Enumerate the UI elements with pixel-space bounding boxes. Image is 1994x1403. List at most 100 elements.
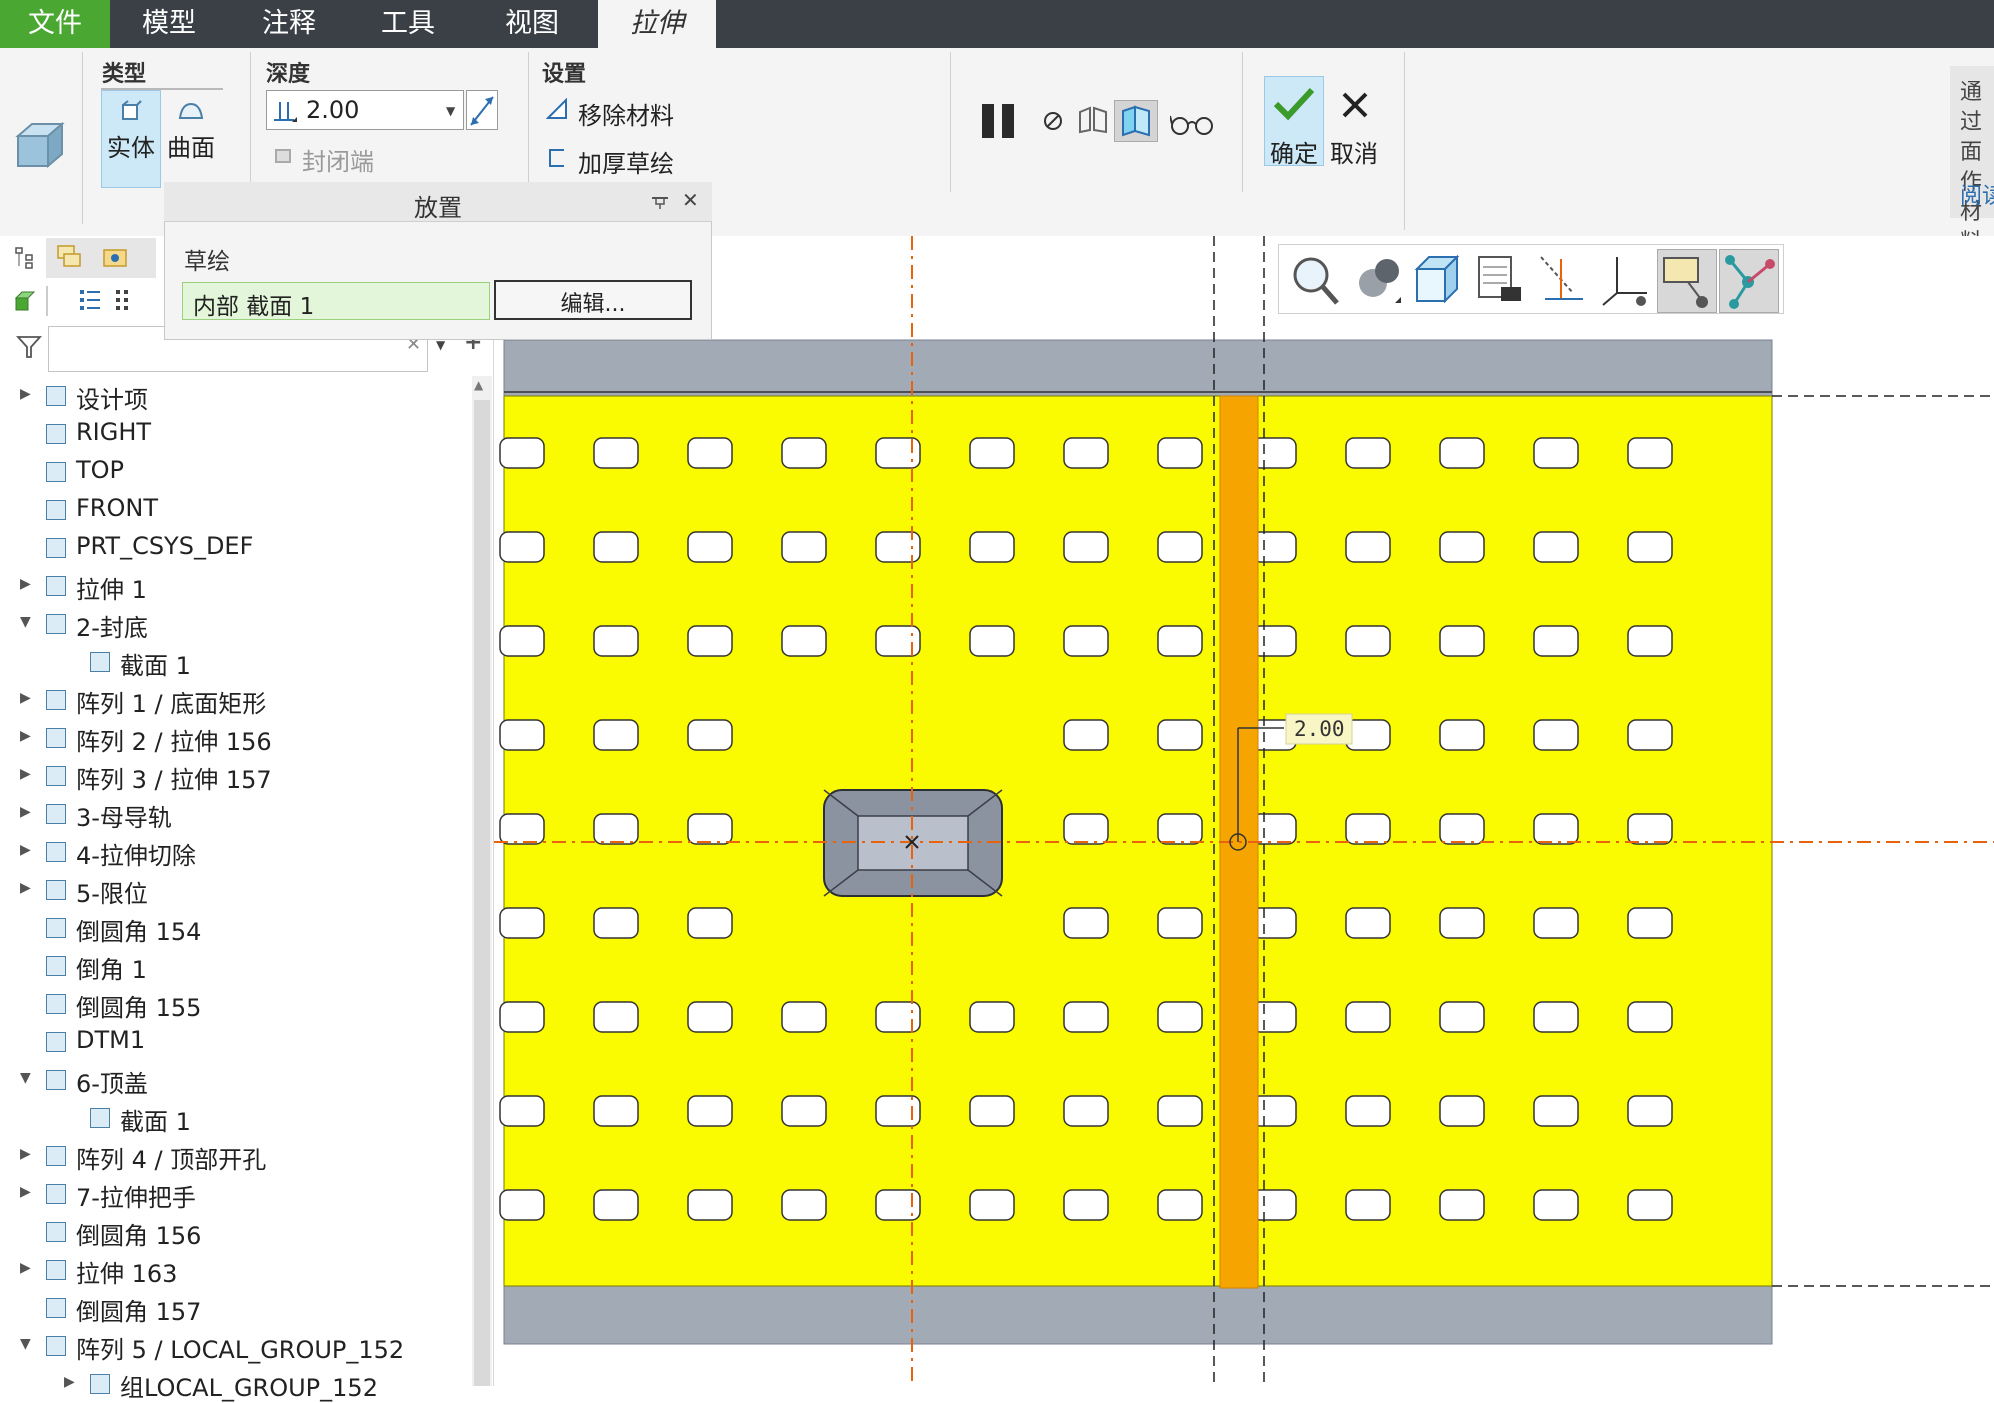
graphics-window[interactable]: 2.00 (494, 236, 1994, 1386)
tree-item[interactable]: TOP (76, 456, 124, 484)
flip-direction-button[interactable] (466, 90, 498, 130)
tab-view[interactable]: 视图 (466, 0, 598, 48)
tree-expand-icon[interactable]: ▶ (20, 1146, 31, 1162)
tree-list-icon[interactable] (78, 288, 102, 314)
tree-expand-icon[interactable]: ▶ (20, 880, 31, 896)
tree-collapse-icon[interactable]: ▼ (20, 614, 31, 630)
tree-expand-icon[interactable]: ▶ (20, 1184, 31, 1200)
vent-hole (593, 907, 639, 939)
filter-dropdown-chevron-icon[interactable]: ▼ (436, 338, 445, 352)
tree-item[interactable]: 倒圆角 154 (76, 912, 201, 947)
tree-item[interactable]: 2-封底 (76, 608, 148, 643)
pause-icon[interactable] (982, 104, 1018, 138)
tree-expand-icon[interactable]: ▶ (20, 386, 31, 402)
refit-zoom-icon[interactable] (1285, 249, 1343, 311)
tree-item[interactable]: 阵列 2 / 拉伸 156 (76, 722, 272, 757)
tree-columns-icon[interactable] (112, 288, 132, 314)
tree-item[interactable]: 拉伸 163 (76, 1254, 177, 1289)
tree-item[interactable]: 4-拉伸切除 (76, 836, 196, 871)
tree-item[interactable]: 3-母导轨 (76, 798, 172, 833)
depth-dropdown-chevron-icon[interactable]: ▼ (446, 104, 455, 118)
tree-item[interactable]: 截面 1 (120, 646, 191, 681)
tree-item[interactable]: DTM1 (76, 1026, 145, 1054)
tree-item[interactable]: 截面 1 (120, 1102, 191, 1137)
tree-view-icon[interactable] (14, 246, 36, 270)
vent-hole (687, 1001, 733, 1033)
tree-item[interactable]: 阵列 4 / 顶部开孔 (76, 1140, 266, 1175)
tree-expand-icon[interactable]: ▶ (20, 804, 31, 820)
remove-material-label[interactable]: 移除材料 (578, 96, 674, 131)
tree-item[interactable]: RIGHT (76, 418, 151, 446)
vent-hole (1157, 813, 1203, 845)
depth-value[interactable]: 2.00 (306, 96, 359, 124)
thicken-sketch-icon[interactable] (546, 146, 568, 170)
edit-sketch-button[interactable]: 编辑... (494, 280, 692, 320)
view-manager-icon[interactable] (1471, 249, 1529, 311)
model-viewport[interactable]: 2.00 (494, 236, 1994, 1386)
tab-extrude[interactable]: 拉伸 (598, 0, 716, 48)
thicken-sketch-label[interactable]: 加厚草绘 (578, 144, 674, 179)
tree-item[interactable]: PRT_CSYS_DEF (76, 532, 253, 560)
verify-mode-glasses-icon[interactable] (1170, 110, 1214, 138)
tree-item[interactable]: 7-拉伸把手 (76, 1178, 196, 1213)
tree-expand-icon[interactable]: ▶ (20, 728, 31, 744)
no-preview-icon[interactable] (1042, 108, 1064, 134)
tree-item[interactable]: 倒圆角 155 (76, 988, 201, 1023)
tree-expand-icon[interactable]: ▶ (20, 1260, 31, 1276)
tree-item[interactable]: 阵列 3 / 拉伸 157 (76, 760, 272, 795)
layers-icon[interactable] (56, 244, 84, 270)
tab-annotate[interactable]: 注释 (228, 0, 350, 48)
tree-item[interactable]: 倒圆角 156 (76, 1216, 201, 1251)
vent-hole (1533, 813, 1579, 845)
tree-item[interactable]: 6-顶盖 (76, 1064, 148, 1099)
vent-hole (781, 531, 827, 563)
scroll-up-chevron-icon[interactable]: ▲ (474, 378, 483, 392)
tree-item-icon (46, 1032, 66, 1052)
pin-icon[interactable] (650, 194, 670, 210)
tree-collapse-icon[interactable]: ▼ (20, 1336, 31, 1352)
saved-views-cube-icon[interactable] (1409, 249, 1467, 311)
vent-hole (1533, 1095, 1579, 1127)
cancel-x-icon[interactable] (1340, 90, 1370, 120)
tree-expand-icon[interactable]: ▶ (20, 842, 31, 858)
separate-preview-icon[interactable] (1076, 104, 1110, 136)
help-read-more-link[interactable]: 阅读 (1960, 178, 1994, 210)
tab-file[interactable]: 文件 (0, 0, 110, 48)
sketch-section-field[interactable]: 内部 截面 1 (182, 282, 490, 320)
tree-scrollbar-thumb[interactable] (474, 400, 490, 1386)
dimension-value[interactable]: 2.00 (1294, 717, 1345, 741)
settings-group-title: 设置 (542, 62, 587, 87)
tree-collapse-icon[interactable]: ▼ (20, 1070, 31, 1086)
tree-expand-icon[interactable]: ▶ (64, 1374, 75, 1390)
vent-hole (1627, 437, 1673, 469)
annotation-display-icon[interactable] (1657, 249, 1717, 313)
tab-model[interactable]: 模型 (110, 0, 228, 48)
tree-item[interactable]: 拉伸 1 (76, 570, 147, 605)
close-icon[interactable]: ✕ (682, 188, 699, 212)
tree-item[interactable]: 倒角 1 (76, 950, 147, 985)
tree-item[interactable]: 倒圆角 157 (76, 1292, 201, 1327)
spin-center-icon[interactable] (1719, 249, 1779, 313)
csys-display-icon[interactable] (1595, 249, 1653, 311)
blind-depth-icon[interactable] (270, 96, 298, 124)
tree-item[interactable]: 阵列 1 / 底面矩形 (76, 684, 266, 719)
folder-browser-icon[interactable] (102, 244, 130, 270)
attached-preview-button[interactable] (1114, 100, 1158, 142)
cancel-label[interactable]: 取消 (1330, 134, 1378, 169)
tree-expand-icon[interactable]: ▶ (20, 576, 31, 592)
tree-item[interactable]: 5-限位 (76, 874, 148, 909)
tree-expand-icon[interactable]: ▶ (20, 766, 31, 782)
part-cube-icon[interactable] (14, 290, 36, 312)
shading-sphere-icon[interactable] (1347, 249, 1405, 311)
remove-material-icon[interactable] (546, 98, 568, 122)
vent-hole (1157, 531, 1203, 563)
tab-tools[interactable]: 工具 (350, 0, 466, 48)
tree-item[interactable]: 设计项 (76, 380, 148, 415)
tree-item[interactable]: 阵列 5 / LOCAL_GROUP_152 (76, 1330, 404, 1365)
datum-display-icon[interactable] (1533, 249, 1591, 311)
tree-item[interactable]: FRONT (76, 494, 158, 522)
tree-expand-icon[interactable]: ▶ (20, 690, 31, 706)
filter-funnel-icon[interactable] (16, 334, 42, 360)
vent-hole (781, 1001, 827, 1033)
vent-hole (1627, 1095, 1673, 1127)
